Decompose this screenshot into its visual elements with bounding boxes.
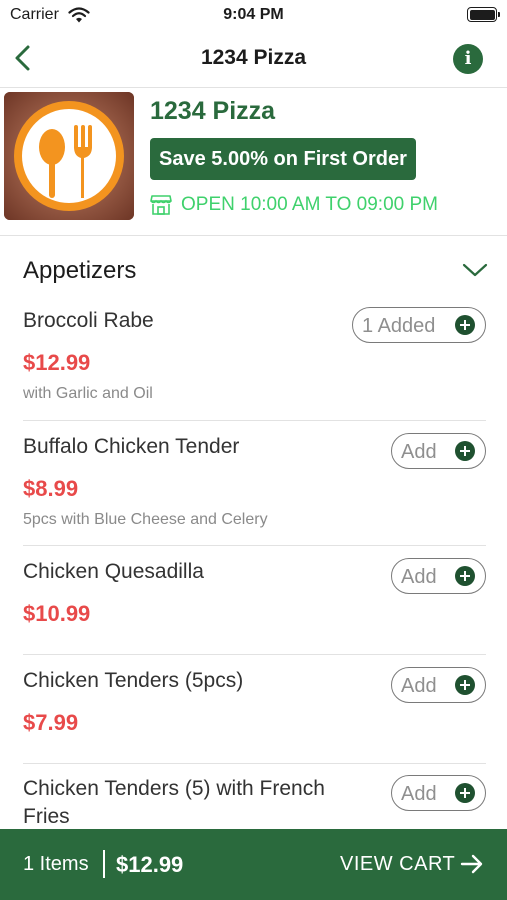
plus-icon [455,675,475,695]
divider [23,763,486,764]
item-name: Chicken Tenders (5) with French Fries [23,777,325,828]
add-button[interactable]: Add [391,558,486,594]
menu-item[interactable]: Chicken Tenders (5pcs) $7.99 Add [0,667,507,763]
divider [23,420,486,421]
add-button-label: Add [401,441,437,463]
add-button[interactable]: Add [391,433,486,469]
view-cart-button[interactable]: VIEW CART [340,853,455,876]
menu-item[interactable]: Chicken Quesadilla $10.99 Add [0,558,507,654]
menu-item[interactable]: Buffalo Chicken Tender $8.99 5pcs with B… [0,433,507,545]
add-button[interactable]: Add [391,775,486,811]
plus-icon [455,566,475,586]
restaurant-header: 1234 Pizza Save 5.00% on First Order OPE… [0,88,507,236]
promo-badge: Save 5.00% on First Order [150,138,416,180]
add-button-label: Add [401,566,437,588]
item-description: 5pcs with Blue Cheese and Celery [23,511,268,528]
hours-text: OPEN 10:00 AM TO 09:00 PM [181,194,438,215]
clock: 9:04 PM [223,6,284,23]
plus-icon [455,441,475,461]
cart-item-count: 1 Items [23,853,89,875]
spoon-fork-icon [4,92,134,220]
category-header-appetizers[interactable]: Appetizers [0,237,507,297]
chevron-down-icon[interactable] [462,261,488,279]
view-cart-bar[interactable]: 1 Items $12.99 VIEW CART [0,829,507,900]
divider [23,545,486,546]
menu-list[interactable]: Appetizers Broccoli Rabe $12.99 with Gar… [0,237,507,829]
cart-total: $12.99 [116,852,184,877]
battery-icon [467,7,500,22]
plus-icon [455,783,475,803]
add-button-label: Add [401,675,437,697]
status-bar: Carrier 9:04 PM [0,0,507,32]
restaurant-name: 1234 Pizza [150,97,276,125]
add-button-label: Add [401,783,437,805]
arrow-right-icon[interactable] [460,853,484,875]
item-price: $10.99 [23,601,91,626]
storefront-icon [150,195,172,215]
plus-icon [455,315,475,335]
added-button[interactable]: 1 Added [352,307,486,343]
category-title: Appetizers [23,257,137,284]
menu-item[interactable]: Chicken Tenders (5) with French Fries Ad… [0,775,507,829]
item-price: $8.99 [23,476,79,501]
info-icon[interactable]: i [453,44,483,74]
item-price: $7.99 [23,710,79,735]
item-name: Chicken Tenders (5pcs) [23,669,244,692]
item-price: $12.99 [23,350,91,375]
page-title: 1234 Pizza [200,46,307,69]
item-name: Buffalo Chicken Tender [23,435,240,458]
menu-item[interactable]: Broccoli Rabe $12.99 with Garlic and Oil… [0,307,507,421]
divider [23,654,486,655]
item-name: Broccoli Rabe [23,309,154,332]
cart-divider [103,850,105,878]
add-button-label: 1 Added [362,315,436,337]
item-description: with Garlic and Oil [23,385,153,402]
item-name: Chicken Quesadilla [23,560,204,583]
nav-bar: 1234 Pizza i [0,32,507,88]
add-button[interactable]: Add [391,667,486,703]
